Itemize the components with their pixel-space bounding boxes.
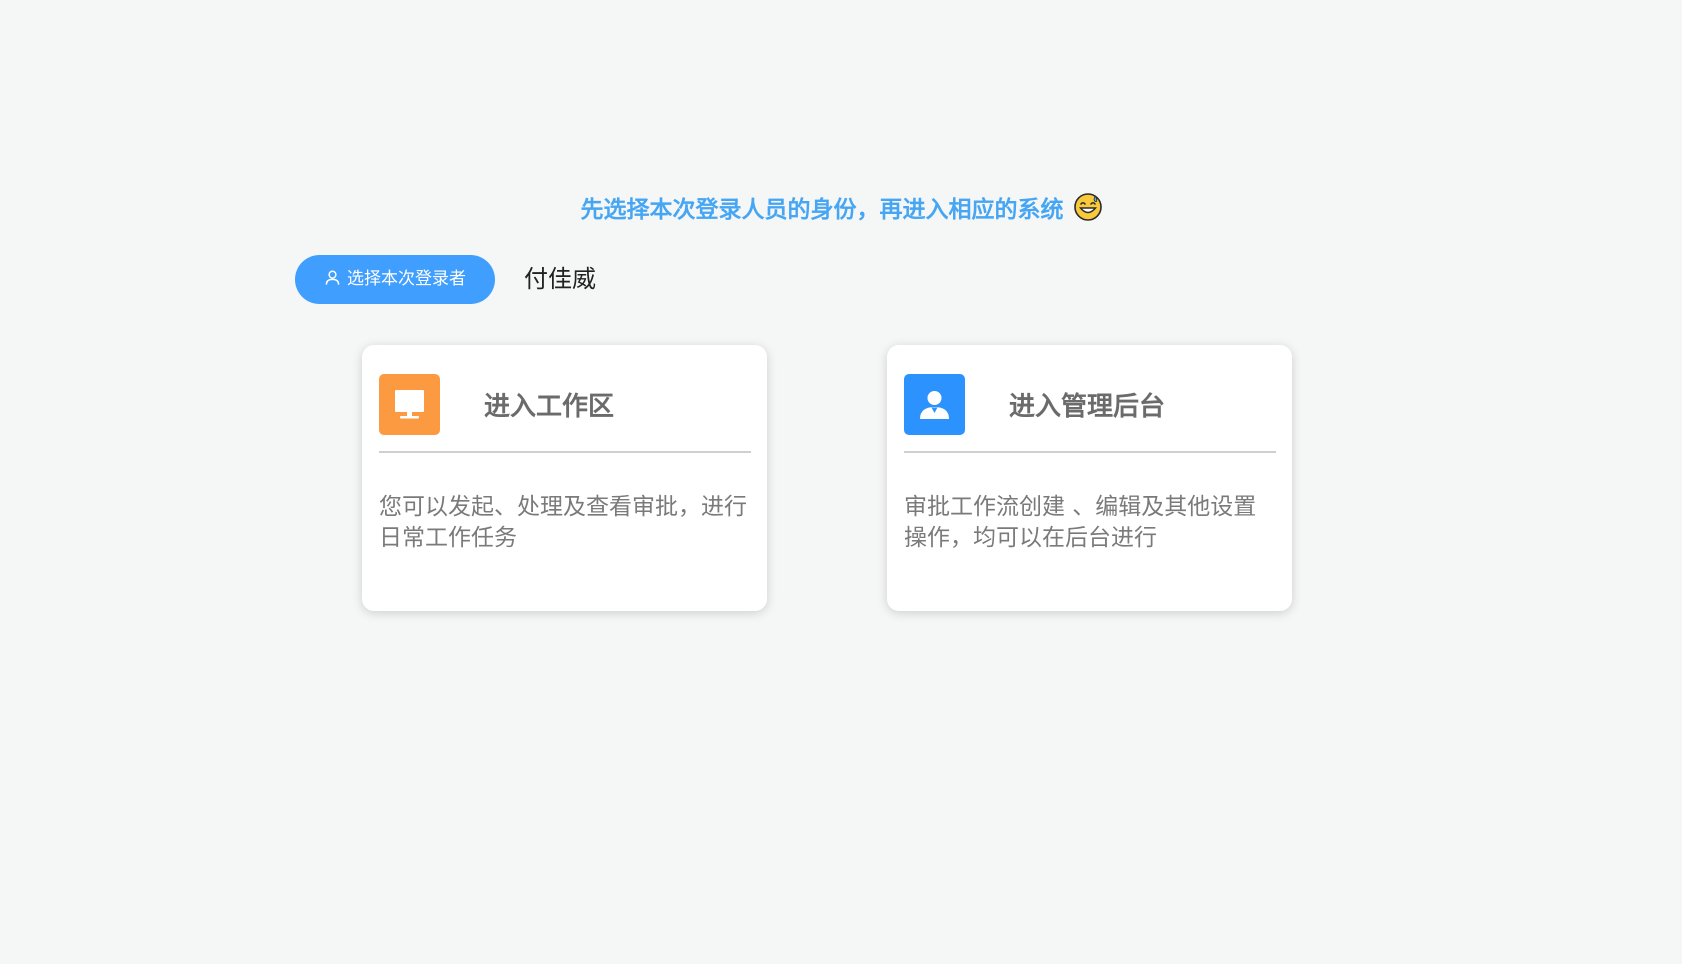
selected-user-name: 付佳威 [524,265,596,293]
workspace-card-description: 您可以发起、处理及查看审批，进行日常工作任务 [379,494,747,551]
admin-icon-box [904,374,965,435]
user-icon [325,270,340,285]
enter-workspace-card[interactable]: 进入工作区 您可以发起、处理及查看审批，进行日常工作任务 [362,345,767,611]
admin-card-title: 进入管理后台 [1009,392,1166,422]
workspace-card-divider [379,451,751,453]
admin-card-description: 审批工作流创建 、编辑及其他设置操作，均可以在后台进行 [904,494,1257,551]
grinning-sweat-emoji-icon [1073,192,1102,221]
workspace-icon-box [379,374,440,435]
select-login-user-button[interactable]: 选择本次登录者 [295,255,495,304]
monitor-icon [395,390,424,419]
headline-text: 先选择本次登录人员的身份，再进入相应的系统 [580,197,1064,223]
workspace-card-title: 进入工作区 [484,392,615,422]
select-login-user-label: 选择本次登录者 [347,269,466,289]
enter-admin-card[interactable]: 进入管理后台 审批工作流创建 、编辑及其他设置操作，均可以在后台进行 [887,345,1292,611]
user-icon [920,391,949,419]
page-headline: 先选择本次登录人员的身份，再进入相应的系统 [0,188,1682,232]
admin-card-divider [904,451,1276,453]
